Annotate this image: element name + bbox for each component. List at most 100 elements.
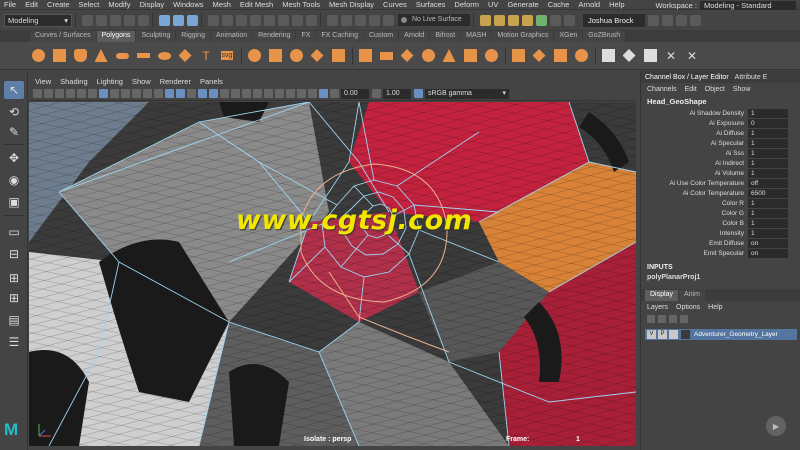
attr-row[interactable]: Emit Specular on [641,248,800,258]
panel-menu-lighting[interactable]: Lighting [97,77,123,86]
menu-select[interactable]: Select [79,0,100,9]
menu-cache[interactable]: Cache [548,0,570,9]
attr-value[interactable]: 1 [748,108,788,118]
menu-arnold[interactable]: Arnold [578,0,600,9]
fill-hole-icon[interactable] [420,48,436,64]
shelf-tab-animation[interactable]: Animation [210,31,253,42]
attr-row[interactable]: Ai Use Color Temperature off [641,178,800,188]
play-icon[interactable]: ▶ [766,416,786,436]
xray-joints-icon[interactable] [308,89,317,98]
wireframe-icon[interactable] [165,89,174,98]
workspace-dropdown[interactable]: Modeling - Standard [700,0,796,10]
append-polygon-icon[interactable] [441,48,457,64]
isolate-select-icon[interactable] [286,89,295,98]
menu-uv[interactable]: UV [488,0,498,9]
quad-draw-icon[interactable] [573,48,589,64]
2d-pan-zoom-icon[interactable] [77,89,86,98]
screen-space-ao-icon[interactable] [242,89,251,98]
poly-cylinder-icon[interactable] [72,48,88,64]
snap-surface-icon[interactable] [383,14,394,26]
move-layer-down-icon[interactable] [658,315,666,323]
film-gate-icon[interactable] [110,89,119,98]
snap-view-icon[interactable] [369,14,380,26]
attr-row[interactable]: Ai Indirect 1 [641,158,800,168]
shelf-tab-motion-graphics[interactable]: Motion Graphics [492,31,554,42]
layer-menu-options[interactable]: Options [676,304,700,311]
attr-value[interactable]: 1 [748,148,788,158]
attr-value[interactable]: off [748,178,788,188]
multisample-aa-icon[interactable] [264,89,273,98]
offset-edge-loop-icon[interactable] [552,48,568,64]
cut-uv-icon[interactable]: ✕ [663,48,679,64]
live-surface-field[interactable]: No Live Surface [398,14,470,26]
sidebar-toggle-icon[interactable] [564,14,575,26]
shelf-tab-xgen[interactable]: XGen [554,31,583,42]
new-layer-icon[interactable] [669,315,677,323]
field-chart-icon[interactable] [143,89,152,98]
menu-create[interactable]: Create [47,0,70,9]
poly-svg-icon[interactable]: svg [219,48,235,64]
edge-mask-icon[interactable] [222,14,233,26]
display-layer-row[interactable]: V P Adventurer_Geometry_Layer [645,329,797,340]
toggle-channel-box-icon[interactable] [690,14,701,26]
shelf-tab-custom[interactable]: Custom [363,31,399,42]
motion-blur-icon[interactable] [253,89,262,98]
two-pane-layout-icon[interactable]: ⊞ [4,289,24,307]
poly-plane-icon[interactable] [135,48,151,64]
attr-row[interactable]: Ai Volume 1 [641,168,800,178]
default-material-icon[interactable] [187,89,196,98]
smooth-shade-icon[interactable] [176,89,185,98]
poly-cone-icon[interactable] [93,48,109,64]
layer-visibility-toggle[interactable]: V [647,330,656,339]
wireframe-on-shaded-icon[interactable] [198,89,207,98]
scale-tool-icon[interactable]: ▣ [4,193,24,211]
render-frame-icon[interactable] [494,14,505,26]
panel-menu-renderer[interactable]: Renderer [160,77,191,86]
attr-value[interactable]: 6500 [748,188,788,198]
menu-modify[interactable]: Modify [108,0,130,9]
combine-icon[interactable] [246,48,262,64]
menu-set-dropdown[interactable]: Modeling [4,13,72,27]
open-scene-icon[interactable] [96,14,107,26]
attr-row[interactable]: Ai Color Temperature 6500 [641,188,800,198]
panel-menu-view[interactable]: View [35,77,51,86]
tab-attribute-editor[interactable]: Attribute E [735,74,768,81]
insert-edge-loop-icon[interactable] [531,48,547,64]
deform-mask-icon[interactable] [306,14,317,26]
uv-mask-icon[interactable] [250,14,261,26]
layer-menu-layers[interactable]: Layers [647,304,668,311]
uv-editor-icon[interactable] [642,48,658,64]
menu-edit-mesh[interactable]: Edit Mesh [240,0,273,9]
toggle-modeling-toolkit-icon[interactable] [648,14,659,26]
save-scene-icon[interactable] [110,14,121,26]
poly-sphere-icon[interactable] [30,48,46,64]
gate-mask-icon[interactable] [132,89,141,98]
planar-mapping-icon[interactable] [600,48,616,64]
arnold-render-icon[interactable] [536,14,547,26]
color-management-icon[interactable] [414,89,423,98]
boolean-icon[interactable] [309,48,325,64]
attr-row[interactable]: Ai Specular 1 [641,138,800,148]
cb-menu-object[interactable]: Object [705,86,725,93]
select-tool-icon[interactable]: ↖ [4,81,24,99]
attr-value[interactable]: 1 [748,198,788,208]
vertex-mask-icon[interactable] [208,14,219,26]
layer-color-swatch[interactable] [681,330,690,339]
backface-culling-icon[interactable] [319,89,328,98]
layer-display-type-toggle[interactable] [669,330,678,339]
single-perspective-layout-icon[interactable]: ▭ [4,223,24,241]
selected-object-name[interactable]: Head_GeoShape [641,95,800,108]
four-view-layout-icon[interactable]: ⊞ [4,269,24,287]
attr-value[interactable]: on [748,238,788,248]
toggle-attribute-editor-icon[interactable] [662,14,673,26]
select-component-icon[interactable] [187,14,198,26]
select-object-icon[interactable] [173,14,184,26]
redo-icon[interactable] [138,14,149,26]
move-tool-icon[interactable]: ✥ [4,149,24,167]
select-hierarchy-icon[interactable] [159,14,170,26]
shelf-tab-fx-caching[interactable]: FX Caching [316,31,363,42]
attr-row[interactable]: Emit Diffuse on [641,238,800,248]
bridge-icon[interactable] [378,48,394,64]
mirror-icon[interactable] [330,48,346,64]
select-camera-icon[interactable] [33,89,42,98]
